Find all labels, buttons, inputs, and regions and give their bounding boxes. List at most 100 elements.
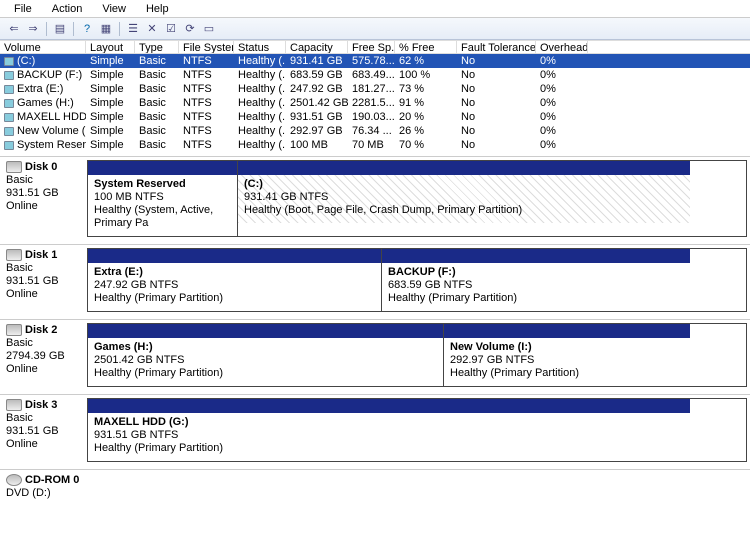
col-capacity[interactable]: Capacity	[286, 41, 348, 53]
layout2-icon[interactable]: ▦	[98, 21, 114, 37]
partition-sub: 292.97 GB NTFS	[450, 354, 534, 366]
partition-title: BACKUP (F:)	[388, 266, 456, 278]
disk-icon	[6, 161, 22, 173]
toolbar: ⇐ ⇒ ▤ ? ▦ ☰ ✕ ☑ ⟳ ▭	[0, 18, 750, 40]
menu-action[interactable]: Action	[44, 2, 91, 15]
partition-title: New Volume (I:)	[450, 341, 532, 353]
col-fs[interactable]: File System	[179, 41, 234, 53]
drive-icon	[4, 71, 14, 80]
drive-icon	[4, 57, 14, 66]
column-headers: Volume Layout Type File System Status Ca…	[0, 40, 750, 54]
partition-bar	[88, 161, 237, 175]
menu-view[interactable]: View	[94, 2, 134, 15]
partition[interactable]: System Reserved100 MB NTFSHealthy (Syste…	[88, 161, 238, 236]
partition[interactable]: Games (H:)2501.42 GB NTFSHealthy (Primar…	[88, 324, 444, 386]
table-row[interactable]: New Volume (I:)SimpleBasicNTFSHealthy (.…	[0, 124, 750, 138]
disk-icon	[6, 249, 22, 261]
col-status[interactable]: Status	[234, 41, 286, 53]
partition-status: Healthy (Primary Partition)	[450, 367, 579, 379]
drive-icon	[4, 141, 14, 150]
table-row[interactable]: Games (H:)SimpleBasicNTFSHealthy (...250…	[0, 96, 750, 110]
partition-status: Healthy (System, Active, Primary Pa	[94, 204, 213, 229]
cdrom-id: CD-ROM 0	[25, 474, 79, 486]
disk-state: Online	[6, 288, 80, 301]
drive-icon	[4, 99, 14, 108]
partition-bar	[238, 161, 690, 175]
partition-sub: 931.41 GB NTFS	[244, 191, 328, 203]
table-row[interactable]: System ReservedSimpleBasicNTFSHealthy (.…	[0, 138, 750, 152]
disk-type: Basic	[6, 262, 80, 275]
partition-status: Healthy (Primary Partition)	[388, 292, 517, 304]
disk-icon	[6, 399, 22, 411]
back-icon[interactable]: ⇐	[6, 21, 22, 37]
table-row[interactable]: Extra (E:)SimpleBasicNTFSHealthy (...247…	[0, 82, 750, 96]
partition[interactable]: BACKUP (F:)683.59 GB NTFSHealthy (Primar…	[382, 249, 690, 311]
cdrom-row[interactable]: CD-ROM 0 DVD (D:)	[0, 469, 750, 504]
disk-size: 931.51 GB	[6, 425, 80, 438]
disk-row[interactable]: Disk 3Basic931.51 GBOnline MAXELL HDD (G:…	[0, 394, 750, 465]
disk-id: Disk 2	[25, 324, 57, 336]
view-icon[interactable]: ▭	[201, 21, 217, 37]
partition-title: Games (H:)	[94, 341, 153, 353]
disk-icon	[6, 324, 22, 336]
col-overhead[interactable]: Overhead	[536, 41, 588, 53]
menu-help[interactable]: Help	[138, 2, 177, 15]
menu-file[interactable]: File	[6, 2, 40, 15]
cdrom-label: DVD (D:)	[6, 487, 80, 500]
partition-sub: 247.92 GB NTFS	[94, 279, 178, 291]
partition-sub: 931.51 GB NTFS	[94, 429, 178, 441]
disk-id: Disk 1	[25, 249, 57, 261]
list-icon[interactable]: ☰	[125, 21, 141, 37]
disk-state: Online	[6, 438, 80, 451]
volume-list: (C:)SimpleBasicNTFSHealthy (...931.41 GB…	[0, 54, 750, 152]
table-row[interactable]: BACKUP (F:)SimpleBasicNTFSHealthy (...68…	[0, 68, 750, 82]
help-icon[interactable]: ?	[79, 21, 95, 37]
drive-icon	[4, 127, 14, 136]
partition[interactable]: MAXELL HDD (G:)931.51 GB NTFSHealthy (Pr…	[88, 399, 690, 461]
disk-size: 931.51 GB	[6, 187, 80, 200]
disk-type: Basic	[6, 174, 80, 187]
disk-row[interactable]: Disk 1Basic931.51 GBOnline Extra (E:)247.…	[0, 244, 750, 315]
partition[interactable]: Extra (E:)247.92 GB NTFSHealthy (Primary…	[88, 249, 382, 311]
partition-status: Healthy (Primary Partition)	[94, 442, 223, 454]
delete-icon[interactable]: ✕	[144, 21, 160, 37]
partition-status: Healthy (Boot, Page File, Crash Dump, Pr…	[244, 204, 522, 216]
disk-row[interactable]: Disk 2Basic2794.39 GBOnline Games (H:)250…	[0, 319, 750, 390]
partition-title: (C:)	[244, 178, 263, 190]
partition-bar	[88, 324, 443, 338]
disk-graphical: Disk 0Basic931.51 GBOnlineSystem Reserve…	[0, 156, 750, 465]
partition-sub: 683.59 GB NTFS	[388, 279, 472, 291]
disk-type: Basic	[6, 412, 80, 425]
col-layout[interactable]: Layout	[86, 41, 135, 53]
partition-bar	[444, 324, 690, 338]
disk-row[interactable]: Disk 0Basic931.51 GBOnline System Reserve…	[0, 156, 750, 240]
table-row[interactable]: MAXELL HDD (...SimpleBasicNTFSHealthy (.…	[0, 110, 750, 124]
partition-sub: 100 MB NTFS	[94, 191, 164, 203]
partition-title: MAXELL HDD (G:)	[94, 416, 189, 428]
forward-icon[interactable]: ⇒	[25, 21, 41, 37]
col-pctfree[interactable]: % Free	[395, 41, 457, 53]
refresh-icon[interactable]: ⟳	[182, 21, 198, 37]
disk-id: Disk 0	[25, 161, 57, 173]
col-fault[interactable]: Fault Tolerance	[457, 41, 536, 53]
partition[interactable]: New Volume (I:)292.97 GB NTFSHealthy (Pr…	[444, 324, 690, 386]
disk-type: Basic	[6, 337, 80, 350]
disk-state: Online	[6, 363, 80, 376]
col-free[interactable]: Free Sp...	[348, 41, 395, 53]
disk-size: 931.51 GB	[6, 275, 80, 288]
partition-status: Healthy (Primary Partition)	[94, 367, 223, 379]
partition-title: System Reserved	[94, 178, 186, 190]
cdrom-icon	[6, 474, 22, 486]
layout-icon[interactable]: ▤	[52, 21, 68, 37]
drive-icon	[4, 113, 14, 122]
partition-status: Healthy (Primary Partition)	[94, 292, 223, 304]
disk-state: Online	[6, 200, 80, 213]
col-type[interactable]: Type	[135, 41, 179, 53]
disk-id: Disk 3	[25, 399, 57, 411]
menubar: File Action View Help	[0, 0, 750, 18]
col-volume[interactable]: Volume	[0, 41, 86, 53]
partition[interactable]: (C:)931.41 GB NTFSHealthy (Boot, Page Fi…	[238, 161, 690, 236]
disk-size: 2794.39 GB	[6, 350, 80, 363]
table-row[interactable]: (C:)SimpleBasicNTFSHealthy (...931.41 GB…	[0, 54, 750, 68]
properties-icon[interactable]: ☑	[163, 21, 179, 37]
